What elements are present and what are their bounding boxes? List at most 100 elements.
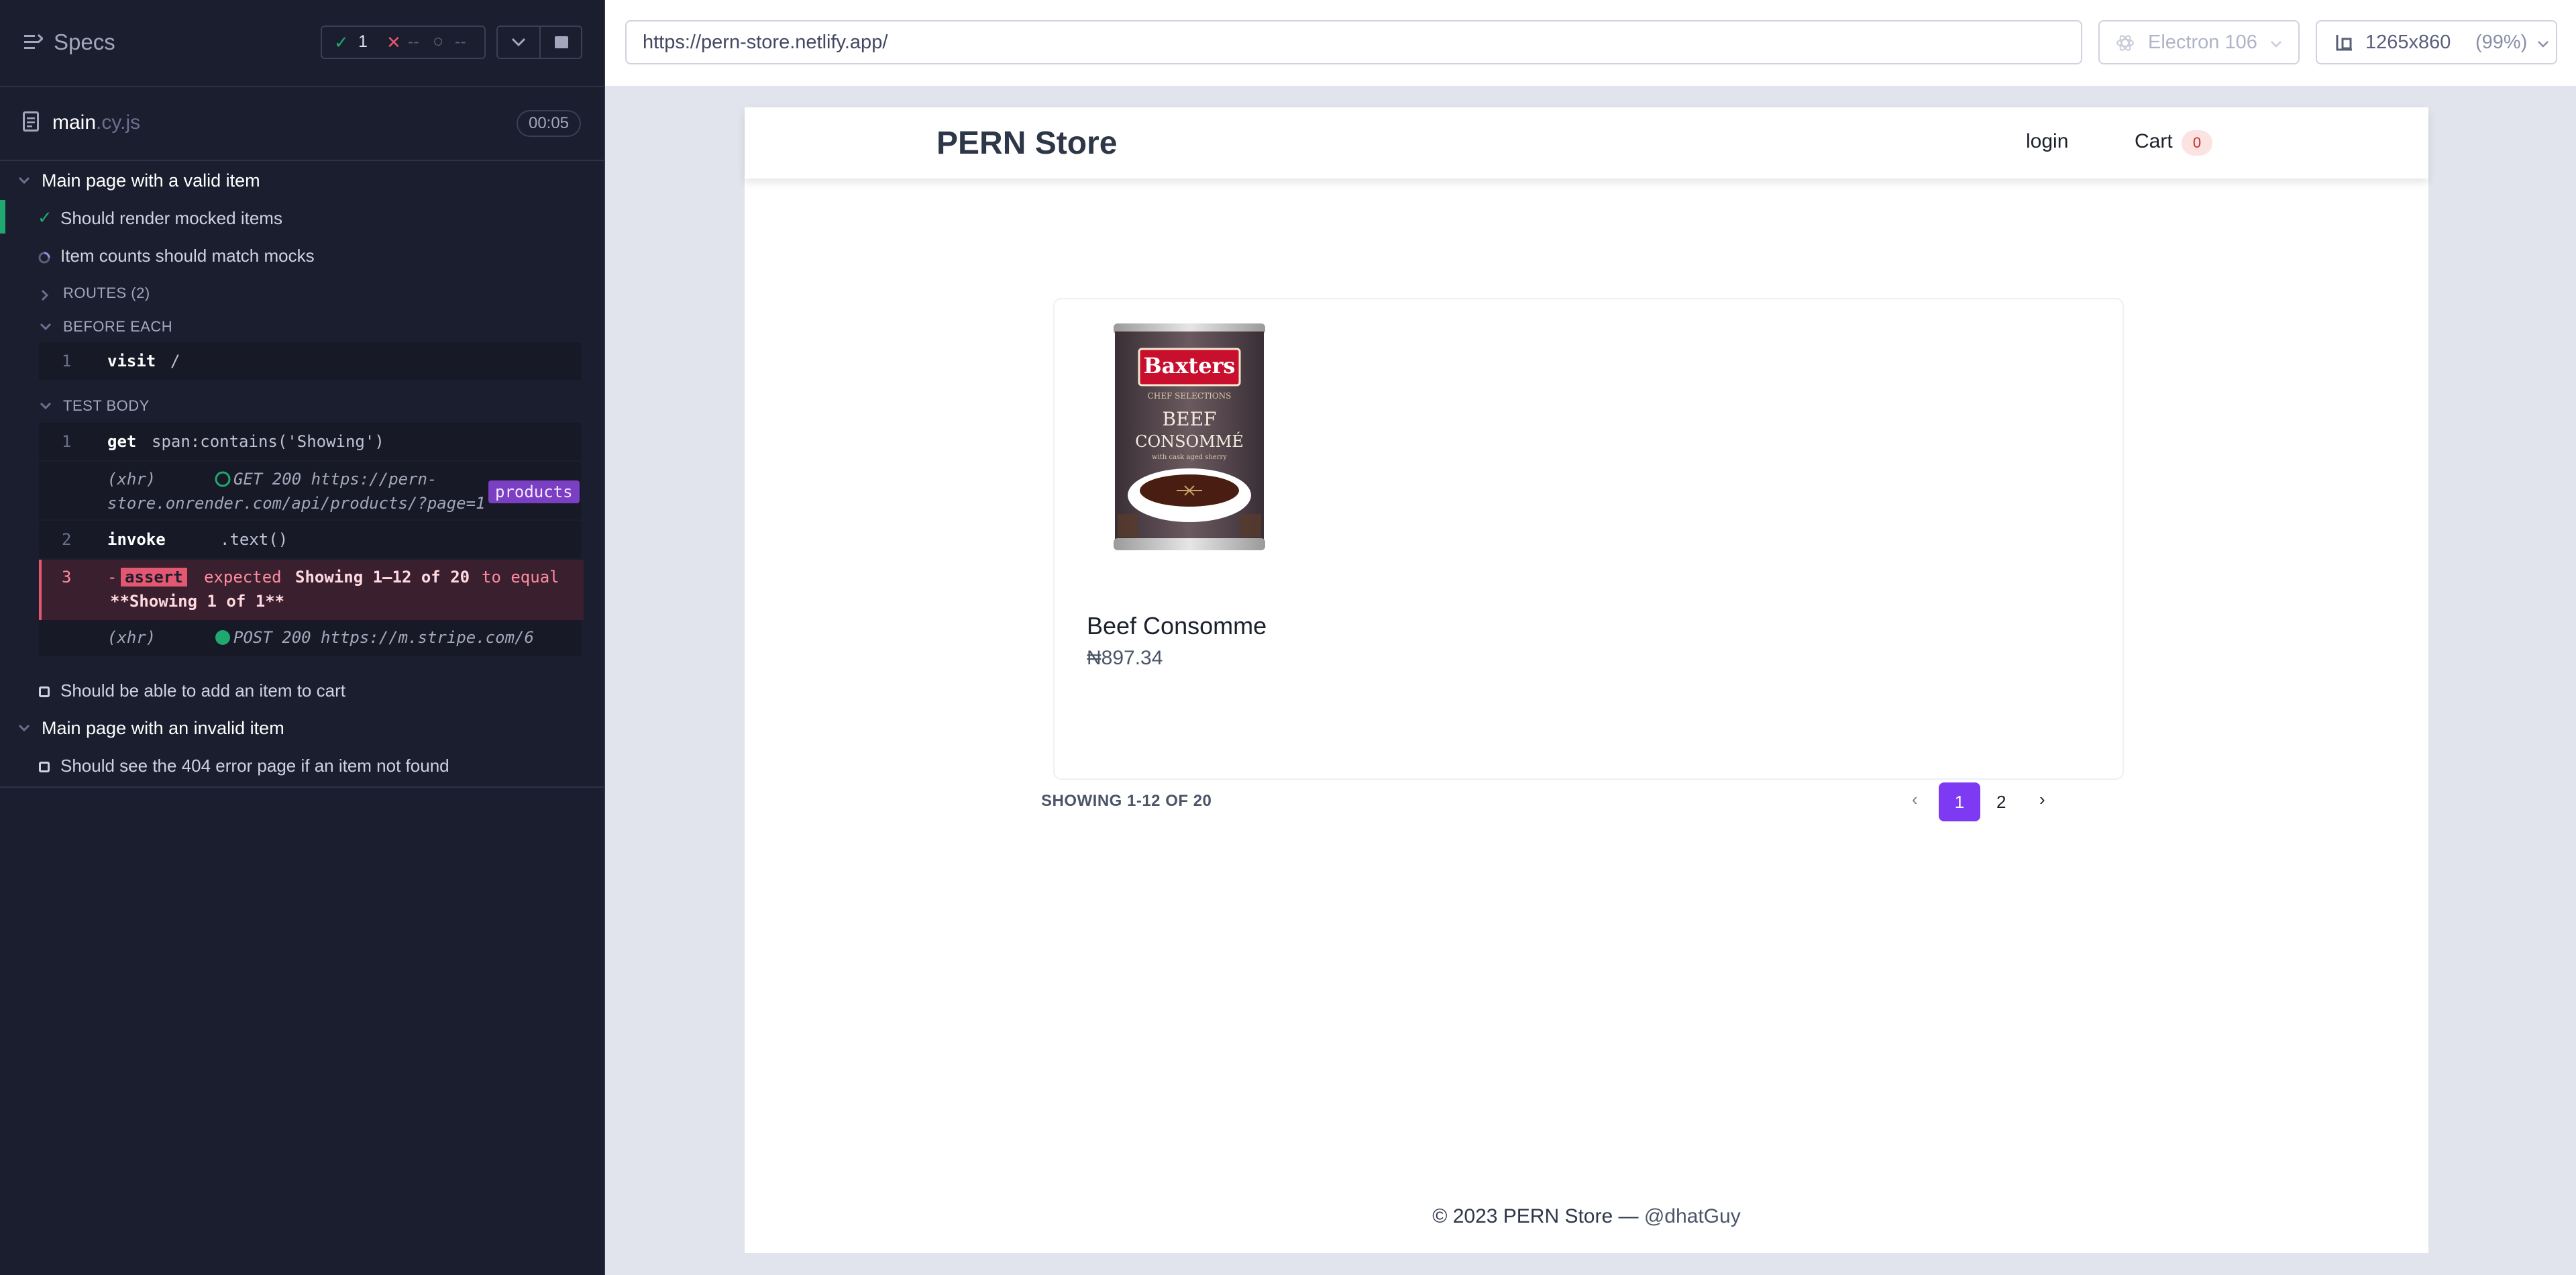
test-body-label: TEST BODY xyxy=(63,397,150,414)
x-icon: ✕ xyxy=(386,32,401,52)
spec-file-name: main.cy.js xyxy=(52,111,140,134)
command-visit[interactable]: 1 visit / xyxy=(39,342,581,380)
circle-icon xyxy=(215,630,230,645)
page-button-2[interactable]: 2 xyxy=(1996,792,2006,813)
browser-name: Electron 106 xyxy=(2148,32,2257,53)
command-number: 3 xyxy=(62,568,72,586)
check-icon: ✓ xyxy=(334,32,349,52)
command-get[interactable]: 1 get span:contains('Showing') xyxy=(39,423,581,460)
aut-panel: https://pern-store.netlify.app/ Electron… xyxy=(605,0,2576,1275)
stop-icon xyxy=(555,36,568,48)
chevron-right-icon[interactable]: › xyxy=(2039,789,2045,810)
aut-topbar: https://pern-store.netlify.app/ Electron… xyxy=(605,0,2576,86)
circle-icon xyxy=(215,471,231,487)
test-title: Should see the 404 error page if an item… xyxy=(60,756,449,776)
command-xhr-products[interactable]: (xhr) GET 200 https://pern- store.onrend… xyxy=(39,462,581,519)
test-title: Item counts should match mocks xyxy=(60,246,315,266)
command-number: 2 xyxy=(62,530,72,549)
assert-to-equal: to equal xyxy=(482,568,559,586)
url-bar[interactable]: https://pern-store.netlify.app/ xyxy=(625,20,2082,64)
command-message: span:contains('Showing') xyxy=(152,432,384,451)
command-invoke[interactable]: 2 invoke .text() xyxy=(39,521,581,558)
run-controls xyxy=(496,26,582,59)
spec-duration: 00:05 xyxy=(517,110,581,137)
active-test-indicator xyxy=(0,200,5,234)
svg-text:with cask aged sherry: with cask aged sherry xyxy=(1152,454,1227,461)
chevron-down-icon xyxy=(511,38,526,47)
xhr-url-line1: GET 200 https://pern- xyxy=(233,470,437,489)
command-number: 1 xyxy=(62,352,72,370)
app-navbar: PERN Store login Cart 0 xyxy=(745,107,2428,178)
footer-handle[interactable]: @dhatGuy xyxy=(1644,1205,1741,1227)
electron-icon xyxy=(2116,35,2134,51)
chevron-down-icon xyxy=(18,724,30,732)
assert-expected: expected xyxy=(204,568,282,586)
command-name: invoke xyxy=(107,530,166,549)
spec-file-basename: main xyxy=(52,111,97,134)
svg-text:CONSOMMÉ: CONSOMMÉ xyxy=(1135,431,1244,451)
xhr-tag: (xhr) xyxy=(107,470,156,489)
test-title: Should be able to add an item to cart xyxy=(60,680,345,701)
command-xhr-stripe[interactable]: (xhr) POST 200 https://m.stripe.com/6 xyxy=(39,620,581,656)
spinner-icon: ◌ xyxy=(433,32,443,50)
check-icon: ✓ xyxy=(38,207,52,227)
chevron-down-icon xyxy=(2538,41,2548,48)
cart-link[interactable]: Cart xyxy=(2135,130,2173,153)
checkbox-icon xyxy=(39,686,50,697)
command-name: visit xyxy=(107,352,156,370)
collapse-all-button[interactable] xyxy=(498,27,539,58)
command-message: .text() xyxy=(220,530,288,549)
login-link[interactable]: login xyxy=(2026,130,2068,153)
reporter-divider xyxy=(0,786,604,788)
product-price: ₦897.34 xyxy=(1087,647,1163,669)
specs-title[interactable]: Specs xyxy=(54,30,115,55)
command-message: / xyxy=(170,352,180,370)
brand-logo[interactable]: PERN Store xyxy=(936,125,1117,162)
command-number: 1 xyxy=(62,432,72,451)
chevron-left-icon[interactable]: ‹ xyxy=(1912,789,1918,810)
alias-badge[interactable]: products xyxy=(488,480,580,503)
product-image[interactable]: Baxters CHEF SELECTIONS BEEF CONSOMMÉ wi… xyxy=(1111,319,1268,554)
assert-prefix: - xyxy=(107,568,117,586)
svg-text:CHEF SELECTIONS: CHEF SELECTIONS xyxy=(1148,391,1232,401)
chevron-down-icon xyxy=(2271,41,2282,48)
command-name: get xyxy=(107,432,137,451)
chevron-down-icon xyxy=(40,402,52,410)
routes-label: ROUTES (2) xyxy=(63,285,150,301)
chevron-right-icon xyxy=(41,289,49,301)
spec-file-row[interactable]: main.cy.js 00:05 xyxy=(0,87,604,161)
checkbox-icon xyxy=(39,762,50,772)
viewport-zoom: (99%) xyxy=(2475,32,2528,53)
chevron-down-icon xyxy=(18,176,30,185)
file-icon xyxy=(23,111,39,132)
passed-count: 1 xyxy=(358,32,368,51)
failed-count: -- xyxy=(408,32,419,51)
assert-badge: assert xyxy=(121,568,187,586)
page-button-1[interactable]: 1 xyxy=(1939,782,1980,821)
specs-list-icon[interactable] xyxy=(24,34,43,51)
assert-actual: Showing 1–12 of 20 xyxy=(295,568,470,586)
app-footer: © 2023 PERN Store — @dhatGuy xyxy=(745,1205,2428,1228)
viewport-size: 1265x860 xyxy=(2365,32,2451,53)
stop-button[interactable] xyxy=(541,27,582,58)
xhr-url-line2: store.onrender.com/api/products/?page=1 xyxy=(107,494,486,513)
test-title: Should render mocked items xyxy=(60,208,282,228)
spec-file-extension: .cy.js xyxy=(96,111,141,134)
xhr-url: POST 200 https://m.stripe.com/6 xyxy=(233,628,534,647)
viewport-selector[interactable]: 1265x860 (99%) xyxy=(2316,20,2557,64)
command-assert-failed[interactable]: 3 - assert expected Showing 1–12 of 20 t… xyxy=(39,560,584,620)
svg-text:Baxters: Baxters xyxy=(1144,353,1236,378)
test-stats: ✓ 1 ✕ -- ◌ -- xyxy=(321,26,486,59)
product-card[interactable]: Baxters CHEF SELECTIONS BEEF CONSOMMÉ wi… xyxy=(1053,298,2124,780)
chevron-down-icon xyxy=(40,323,52,331)
viewport-icon xyxy=(2336,35,2352,51)
reporter-header: Specs ✓ 1 ✕ -- ◌ -- xyxy=(0,0,604,87)
footer-copyright: © 2023 PERN Store — xyxy=(1432,1205,1644,1227)
product-name[interactable]: Beef Consomme xyxy=(1087,612,1267,640)
pending-count: -- xyxy=(455,32,466,51)
showing-count: SHOWING 1-12 OF 20 xyxy=(1041,792,1212,810)
cart-count-badge: 0 xyxy=(2182,130,2212,156)
browser-selector[interactable]: Electron 106 xyxy=(2098,20,2300,64)
suite-title: Main page with a valid item xyxy=(42,170,260,191)
app-frame: PERN Store login Cart 0 Baxters CHEF SEL… xyxy=(745,107,2428,1253)
